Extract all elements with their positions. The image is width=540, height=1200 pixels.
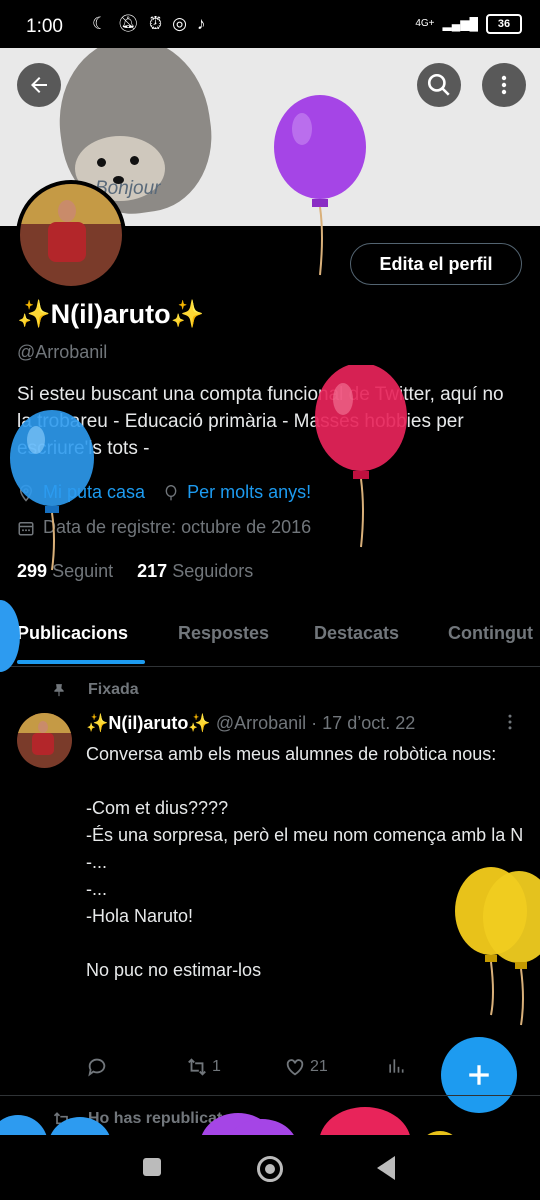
followers-count: 217 [137,561,168,581]
tab-destacats[interactable]: Destacats [314,623,399,644]
tiktok-icon: ♪ [196,14,206,33]
tweet-author-name[interactable]: ✨N(il)aruto✨ [86,713,211,733]
balloon-icon [165,484,177,500]
status-time: 1:00 [26,16,63,37]
home-button[interactable] [257,1156,283,1182]
followers-label: Seguidors [172,561,254,581]
birthday-text[interactable]: Per molts anys! [187,482,311,503]
plus-icon [469,1065,489,1085]
network-label: 4G+ [415,18,435,29]
profile-avatar[interactable] [16,180,126,290]
back-button[interactable] [17,63,61,107]
edit-profile-button[interactable]: Edita el perfil [350,243,522,285]
profile-meta: Mi puta casa Per molts anys! [17,482,311,503]
signal-icon: ▂▄▆█ [442,17,478,31]
pin-icon [54,684,64,697]
tab-contingut[interactable]: Contingut [448,623,533,644]
tweet-text: Conversa amb els meus alumnes de robòtic… [86,744,524,980]
like-button[interactable]: 21 [284,1056,328,1078]
tweet-avatar[interactable] [17,713,72,768]
active-tab-indicator [17,660,145,664]
followers-link[interactable]: 217 Seguidors [137,561,253,582]
location-pin-icon [19,484,33,502]
moon-icon: ☾ [92,14,108,33]
more-vertical-icon [508,714,512,730]
mute-icon: 🔕︎ [117,14,139,33]
alarm-icon: ⏰︎ [148,14,163,33]
pinned-label: Fixada [52,681,139,699]
arrow-left-icon [31,77,47,93]
back-nav-button[interactable] [377,1156,395,1180]
status-right: 4G+ ▂▄▆█ 36 [415,14,522,34]
compose-button[interactable] [441,1037,517,1113]
tab-publicacions[interactable]: Publicacions [17,623,128,644]
profile-bio: Si esteu buscant una compta funcional de… [17,384,504,459]
retweet-count: 1 [212,1058,221,1075]
heart-icon [286,1059,304,1076]
feed-divider [0,1095,540,1096]
retweet-button[interactable]: 1 [186,1056,221,1078]
joined-text: Data de registre: octubre de 2016 [43,517,312,537]
joined-item: Data de registre: octubre de 2016 [17,517,311,538]
reply-button[interactable] [86,1056,108,1078]
calendar-icon [18,521,34,535]
views-button[interactable] [386,1056,406,1076]
tweet-author-handle: @Arrobanil [215,713,307,733]
search-button[interactable] [417,63,461,107]
reposted-label: Ho has republicat [52,1110,222,1130]
retweet-icon [53,1112,71,1128]
following-label: Seguint [52,561,114,581]
following-link[interactable]: 299 Seguint [17,561,113,582]
more-button[interactable] [482,63,526,107]
reply-icon [88,1058,106,1077]
display-name: ✨N(il)aruto✨ [17,299,205,329]
following-count: 299 [17,561,48,581]
status-icons: ☾ 🔕︎ ⏰︎ ◎ ♪ [92,14,205,34]
search-icon [427,73,450,96]
views-icon [389,1059,404,1073]
status-bar: 1:00 ☾ 🔕︎ ⏰︎ ◎ ♪ 4G+ ▂▄▆█ 36 [0,0,540,50]
location-item: Mi puta casa [17,482,145,503]
birthday-item: Per molts anys! [163,482,311,503]
retweet-icon [188,1058,206,1076]
profile-tabs: Publicacions Respostes Destacats Conting… [0,610,540,667]
follow-stats: 299 Seguint 217 Seguidors [17,561,253,582]
tweet-more-button[interactable] [505,712,515,737]
like-count: 21 [310,1058,328,1075]
location-text: Mi puta casa [43,482,146,502]
recents-button[interactable] [143,1158,161,1176]
tweet-date: · 17 d’oct. 22 [311,713,416,733]
more-vertical-icon [501,75,507,95]
instagram-icon: ◎ [172,14,187,33]
tweet-actions: 1 21 [86,1056,416,1082]
battery-level: 36 [486,14,522,34]
tab-respostes[interactable]: Respostes [178,623,269,644]
user-handle: @Arrobanil [17,342,108,362]
tweet-header: ✨N(il)aruto✨ @Arrobanil · 17 d’oct. 22 [86,713,415,734]
android-nav-bar [0,1135,540,1200]
